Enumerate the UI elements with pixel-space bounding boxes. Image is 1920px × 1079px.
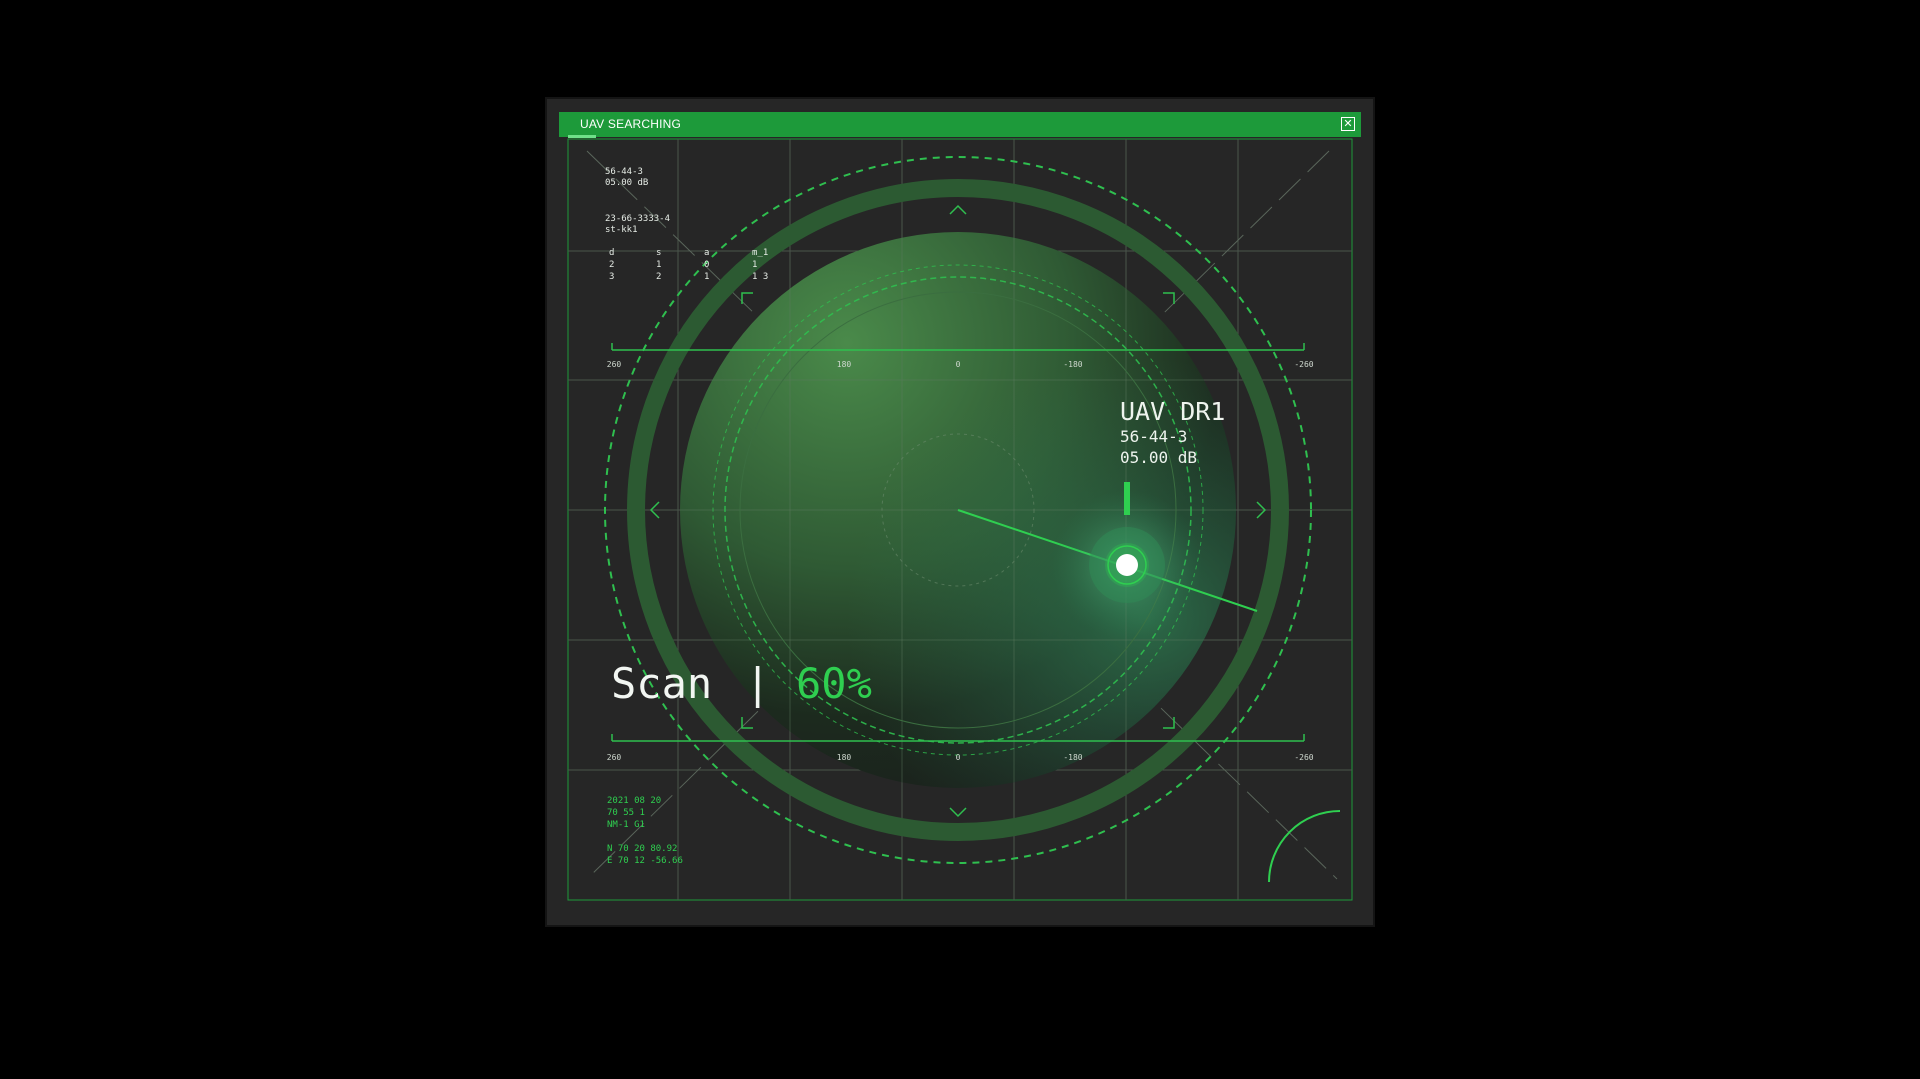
chevron-down-icon[interactable] [949,807,967,818]
table-cell: 3 [609,272,614,282]
top-scale-label: -260 [1294,360,1313,369]
table-header: d [609,248,614,258]
info-line: 05.00 dB [605,178,648,188]
footer-north: N 70 20 80.92 [607,844,677,854]
top-scale-label: 260 [607,360,622,369]
info-line: 56-44-3 [605,167,643,177]
footer-code: 70 55 1 [607,808,645,818]
bottom-scale-label: 0 [956,753,961,762]
chevron-up-icon[interactable] [949,204,967,215]
progress-arc [1268,810,1341,883]
target-signal: 05.00 dB [1120,448,1197,467]
table-cell: 0 [704,260,709,270]
table-header: a [704,248,709,258]
table-cell: 1 [656,260,661,270]
table-cell: 1 [752,260,757,270]
info-line: 23-66-3333-4 [605,214,670,224]
title-underline [568,135,596,138]
info-block: 56-44-3 05.00 dB 23-66-3333-4 st-kk1 [605,167,670,235]
footer-date: 2021 08 20 [607,796,661,806]
radar-display: 260 180 0 -180 -260 260 180 0 -180 -260 [567,138,1353,901]
bottom-scale-label: 260 [607,753,622,762]
top-scale-label: 180 [837,360,852,369]
bottom-scale-label: 180 [837,753,852,762]
scan-separator: | [745,659,770,708]
title-bar: UAV SEARCHING ✕ [559,112,1361,137]
footer-unit: NM-1 G1 [607,820,645,830]
target-name: UAV DR1 [1120,397,1225,426]
table-cell: 1 [704,272,709,282]
close-button[interactable]: ✕ [1341,117,1355,131]
uav-window: 260 180 0 -180 -260 260 180 0 -180 -260 [547,99,1373,925]
scan-label: Scan [611,659,712,708]
table-header: m_1 [752,248,768,258]
close-icon: ✕ [1343,117,1353,130]
table-cell: 1 3 [752,272,768,282]
footer-east: E 70 12 -56.66 [607,856,683,866]
bottom-scale-label: -260 [1294,753,1313,762]
top-scale-label: -180 [1063,360,1082,369]
table-header: s [656,248,661,258]
footer-block: 2021 08 20 70 55 1 NM-1 G1 N 70 20 80.92… [607,796,683,866]
table-cell: 2 [656,272,661,282]
scan-value: 60% [796,659,872,708]
bottom-scale-label: -180 [1063,753,1082,762]
top-scale-label: 0 [956,360,961,369]
table-cell: 2 [609,260,614,270]
info-line: st-kk1 [605,225,638,235]
target-id: 56-44-3 [1120,427,1187,446]
window-title: UAV SEARCHING [580,117,682,131]
